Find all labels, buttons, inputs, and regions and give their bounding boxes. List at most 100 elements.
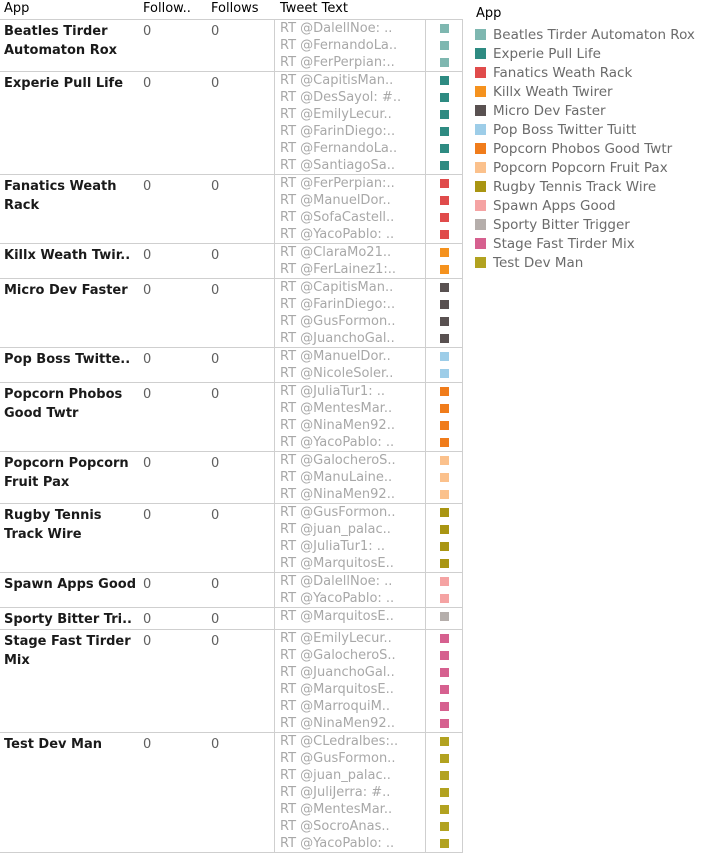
legend-item[interactable]: Sporty Bitter Trigger [475, 215, 718, 234]
tweet-text[interactable]: RT @FernandoLa.. [275, 37, 425, 54]
tweet-text[interactable]: RT @DalellNoe: .. [275, 573, 425, 590]
color-mark-square[interactable] [439, 24, 449, 33]
color-mark-square[interactable] [439, 161, 449, 170]
color-mark-square[interactable] [439, 839, 449, 848]
color-mark-square[interactable] [439, 248, 449, 257]
color-mark-square[interactable] [439, 771, 449, 780]
table-row[interactable]: Fanatics Weath Rack 0 0 RT @FerPerpian:.. RT… [0, 175, 462, 244]
tweet-text[interactable]: RT @NicoleSoler.. [275, 365, 425, 382]
column-header-follows[interactable]: Follows [209, 1, 274, 16]
tweet-text[interactable]: RT @ManuLaine.. [275, 469, 425, 486]
tweet-text[interactable]: RT @YacoPablo: .. [275, 590, 425, 607]
tweet-text[interactable]: RT @SocroAnas.. [275, 818, 425, 835]
color-mark-square[interactable] [439, 93, 449, 102]
tweet-text[interactable]: RT @CLedralbes:.. [275, 733, 425, 750]
color-mark-square[interactable] [439, 179, 449, 188]
tweet-text[interactable]: RT @MarquitosE.. [275, 608, 425, 625]
tweet-text[interactable]: RT @YacoPablo: .. [275, 226, 425, 243]
tweet-text[interactable]: RT @GusFormon.. [275, 504, 425, 521]
color-mark-square[interactable] [439, 41, 449, 50]
table-row[interactable]: Sporty Bitter Tri.. 0 0 RT @MarquitosE.. [0, 608, 462, 630]
legend-item[interactable]: Spawn Apps Good [475, 196, 718, 215]
tweet-text[interactable]: RT @YacoPablo: .. [275, 434, 425, 451]
tweet-text[interactable]: RT @MentesMar.. [275, 801, 425, 818]
color-mark-square[interactable] [439, 668, 449, 677]
tweet-text[interactable]: RT @ManuelDor.. [275, 192, 425, 209]
tweet-text[interactable]: RT @NinaMen92.. [275, 715, 425, 732]
color-mark-square[interactable] [439, 144, 449, 153]
table-row[interactable]: Popcorn Phobos Good Twtr 0 0 RT @JuliaTur1:… [0, 383, 462, 452]
tweet-text[interactable]: RT @MarquitosE.. [275, 555, 425, 572]
color-mark-square[interactable] [439, 76, 449, 85]
color-mark-square[interactable] [439, 283, 449, 292]
table-row[interactable]: Experie Pull Life 0 0 RT @CapitisMan.. RT @D… [0, 72, 462, 175]
table-row[interactable]: Beatles Tirder Automaton Rox 0 0 RT @Dalell… [0, 20, 462, 72]
table-row[interactable]: Stage Fast Tirder Mix 0 0 RT @EmilyLecur.. R… [0, 630, 462, 733]
color-mark-square[interactable] [439, 300, 449, 309]
tweet-text[interactable]: RT @FerPerpian:.. [275, 54, 425, 71]
tweet-text[interactable]: RT @FerLainez1:.. [275, 261, 425, 278]
legend-item[interactable]: Rugby Tennis Track Wire [475, 177, 718, 196]
tweet-text[interactable]: RT @JuanchoGal.. [275, 664, 425, 681]
color-mark-square[interactable] [439, 196, 449, 205]
column-header-tweet-text[interactable]: Tweet Text [274, 1, 426, 16]
tweet-text[interactable]: RT @JuliaTur1: .. [275, 383, 425, 400]
color-mark-square[interactable] [439, 387, 449, 396]
color-mark-square[interactable] [439, 612, 449, 621]
color-mark-square[interactable] [439, 788, 449, 797]
table-row[interactable]: Popcorn Popcorn Fruit Pax 0 0 RT @Galochero… [0, 452, 462, 504]
tweet-text[interactable]: RT @SantiagoSa.. [275, 157, 425, 174]
tweet-text[interactable]: RT @ManuelDor.. [275, 348, 425, 365]
color-mark-square[interactable] [439, 754, 449, 763]
table-row[interactable]: Test Dev Man 0 0 RT @CLedralbes:.. RT @GusFo… [0, 733, 462, 852]
table-row[interactable]: Rugby Tennis Track Wire 0 0 RT @GusFormon..… [0, 504, 462, 573]
column-header-app[interactable]: App [0, 1, 141, 16]
color-mark-square[interactable] [439, 822, 449, 831]
table-row[interactable]: Micro Dev Faster 0 0 RT @CapitisMan.. RT @Fa… [0, 279, 462, 348]
tweet-text[interactable]: RT @YacoPablo: .. [275, 835, 425, 852]
tweet-text[interactable]: RT @FarinDiego:.. [275, 123, 425, 140]
legend-item[interactable]: Beatles Tirder Automaton Rox [475, 25, 718, 44]
legend-item[interactable]: Stage Fast Tirder Mix [475, 234, 718, 253]
legend-item[interactable]: Fanatics Weath Rack [475, 63, 718, 82]
tweet-text[interactable]: RT @JuliJerra: #.. [275, 784, 425, 801]
legend-item[interactable]: Popcorn Phobos Good Twtr [475, 139, 718, 158]
tweet-text[interactable]: RT @juan_palac.. [275, 767, 425, 784]
color-mark-square[interactable] [439, 508, 449, 517]
color-mark-square[interactable] [439, 634, 449, 643]
color-mark-square[interactable] [439, 805, 449, 814]
tweet-text[interactable]: RT @DesSayol: #.. [275, 89, 425, 106]
color-mark-square[interactable] [439, 651, 449, 660]
color-mark-square[interactable] [439, 352, 449, 361]
color-mark-square[interactable] [439, 334, 449, 343]
color-mark-square[interactable] [439, 473, 449, 482]
legend-item[interactable]: Popcorn Popcorn Fruit Pax [475, 158, 718, 177]
table-row[interactable]: Killx Weath Twir.. 0 0 RT @ClaraMo21.. RT @F… [0, 244, 462, 279]
legend-item[interactable]: Test Dev Man [475, 253, 718, 272]
tweet-text[interactable]: RT @FarinDiego:.. [275, 296, 425, 313]
tweet-text[interactable]: RT @GalocheroS.. [275, 452, 425, 469]
tweet-text[interactable]: RT @SofaCastell.. [275, 209, 425, 226]
table-row[interactable]: Spawn Apps Good 0 0 RT @DalellNoe: .. RT @Ya… [0, 573, 462, 608]
tweet-text[interactable]: RT @CapitisMan.. [275, 72, 425, 89]
tweet-text[interactable]: RT @EmilyLecur.. [275, 630, 425, 647]
tweet-text[interactable]: RT @JuanchoGal.. [275, 330, 425, 347]
color-mark-square[interactable] [439, 369, 449, 378]
tweet-text[interactable]: RT @FerPerpian:.. [275, 175, 425, 192]
tweet-text[interactable]: RT @FernandoLa.. [275, 140, 425, 157]
tweet-text[interactable]: RT @juan_palac.. [275, 521, 425, 538]
column-header-followers[interactable]: Follow.. [141, 1, 209, 16]
color-mark-square[interactable] [439, 719, 449, 728]
color-mark-square[interactable] [439, 230, 449, 239]
color-mark-square[interactable] [439, 421, 449, 430]
tweet-text[interactable]: RT @CapitisMan.. [275, 279, 425, 296]
color-mark-square[interactable] [439, 542, 449, 551]
color-mark-square[interactable] [439, 490, 449, 499]
color-mark-square[interactable] [439, 456, 449, 465]
tweet-text[interactable]: RT @GalocheroS.. [275, 647, 425, 664]
color-mark-square[interactable] [439, 58, 449, 67]
tweet-text[interactable]: RT @MarroquiM.. [275, 698, 425, 715]
color-mark-square[interactable] [439, 594, 449, 603]
color-mark-square[interactable] [439, 559, 449, 568]
legend-item[interactable]: Experie Pull Life [475, 44, 718, 63]
